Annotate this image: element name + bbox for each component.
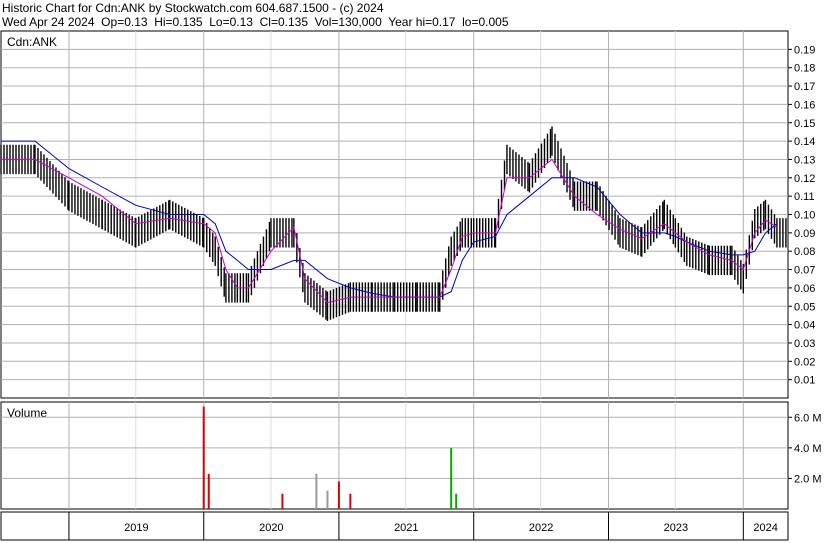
volume-bars [202,406,458,509]
x-axis-ticks: 2019 2020 2021 2022 2023 2024 [68,512,778,540]
x-tick-label: 2023 [664,522,688,534]
price-y-tick-label: 0.11 [794,191,815,203]
price-y-tick-label: 0.08 [794,246,815,258]
price-panel-label: Cdn:ANK [7,35,57,49]
price-y-tick-label: 0.18 [794,63,815,75]
price-y-tick-label: 0.01 [794,375,815,387]
x-tick-label: 2019 [124,522,148,534]
price-y-tick-label: 0.12 [794,173,815,185]
volume-y-tick-label: 2.0 M [794,473,822,485]
price-y-tick-label: 0.03 [794,338,815,350]
x-tick-label: 2022 [529,522,553,534]
price-y-tick-label: 0.02 [794,356,815,368]
x-tick-label: 2021 [394,522,418,534]
volume-y-tick-label: 6.0 M [794,412,822,424]
volume-y-tick-label: 4.0 M [794,443,822,455]
price-y-tick-label: 0.06 [794,283,815,295]
price-bars [0,126,787,321]
volume-y-ticks: 2.0 M 4.0 M 6.0 M [788,412,822,485]
price-y-ticks: 0.01 0.02 0.03 0.04 0.05 0.06 0.07 0.08 0.09 0.10… [788,44,815,387]
price-y-tick-label: 0.13 [794,154,815,166]
x-tick-label: 2020 [259,522,283,534]
price-y-tick-label: 0.07 [794,265,815,277]
price-y-tick-label: 0.04 [794,320,815,332]
price-y-tick-label: 0.05 [794,301,815,313]
price-y-tick-label: 0.16 [794,99,815,111]
price-y-tick-label: 0.15 [794,118,815,130]
price-y-tick-label: 0.14 [794,136,815,148]
volume-panel-label: Volume [7,406,47,420]
price-y-tick-label: 0.19 [794,44,815,56]
volume-panel-frame [0,401,789,510]
price-y-tick-label: 0.10 [794,210,815,222]
price-y-tick-label: 0.09 [794,228,815,240]
volume-grid [1,402,788,509]
x-tick-label: 2024 [753,522,777,534]
price-y-tick-label: 0.17 [794,81,815,93]
stock-chart: Cdn:ANK 0.01 0.02 0.03 0.04 0.05 0.06 0.07 0.08… [0,30,822,541]
